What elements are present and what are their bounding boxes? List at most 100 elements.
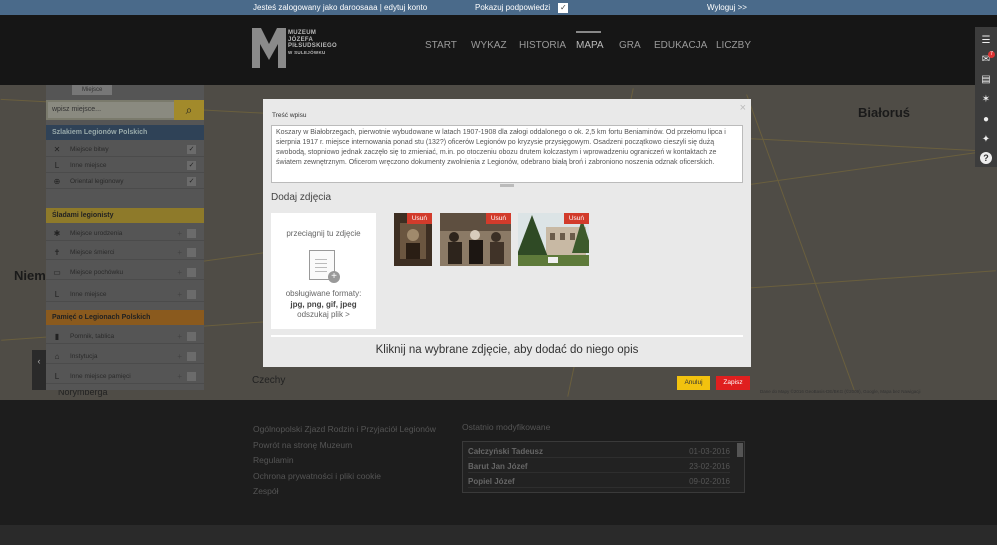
filter-checkbox[interactable]: ✓ [187,161,196,170]
filter-checkbox[interactable] [187,372,196,381]
search-icon: ⌕ [185,103,193,117]
tab-miejsce[interactable]: Miejsce [72,85,113,95]
filter-row[interactable]: L Inne miejsce + [46,287,204,302]
save-button[interactable]: Zapisz [716,376,750,390]
nav-mapa[interactable]: MAPA [576,40,604,51]
recently-modified-list: Całczyński Tadeusz 01-03-2016 Barut Jan J… [462,441,745,493]
filter-checkbox[interactable]: ✓ [187,177,196,186]
panel-collapse-tab[interactable]: ‹ [32,350,46,390]
add-icon[interactable]: + [177,332,182,341]
hints-checkbox[interactable]: ✓ [558,3,569,13]
mail-badge: 7 [988,51,995,58]
map-label-niemcy: Niem [14,268,46,283]
hints-toggle[interactable]: Pokazuj podpowiedzi ✓ [475,3,569,13]
add-icon[interactable]: + [177,268,182,277]
list-item[interactable]: Popiel Józef 09-02-2016 [468,474,730,488]
photo-thumbnail[interactable]: Usuń [518,213,589,266]
nav-gra[interactable]: GRA [619,40,641,51]
filter-checkbox[interactable] [187,352,196,361]
user-icon[interactable]: ● [980,114,992,126]
logout-link[interactable]: Wyloguj >> [707,3,747,12]
place-icon: L [54,290,60,299]
star-burst-icon[interactable]: ✶ [980,94,992,106]
search-button[interactable]: ⌕ [174,100,204,120]
filter-row[interactable]: ⊕ Oriental legionowy ✓ [46,174,204,189]
scrollbar[interactable] [737,443,743,457]
add-icon[interactable]: + [177,248,182,257]
add-icon[interactable]: + [177,352,182,361]
login-status-link[interactable]: Jesteś zalogowany jako daroosaaa | edytu… [253,3,427,12]
dropzone-text: przeciągnij tu zdjęcie [286,229,361,238]
institution-icon: ⌂ [54,352,60,361]
nav-start[interactable]: START [425,40,457,51]
filter-row[interactable]: ✱ Miejsce urodzenia + [46,226,204,241]
photo-hint: Kliknij na wybrane zdjęcie, aby dodać do… [375,344,639,356]
footer-link[interactable]: Powrót na stronę Muzeum [253,438,436,454]
close-icon[interactable]: × [740,102,746,114]
browse-file-link[interactable]: odszukaj plik > [271,310,376,319]
filter-checkbox[interactable] [187,268,196,277]
entry-modal: × Treść wpisu Dodaj zdjęcia przeciągnij … [263,99,751,367]
filter-row[interactable]: ▭ Miejsce pochówku + [46,265,204,280]
add-icon[interactable]: + [177,229,182,238]
filter-checkbox[interactable] [187,248,196,257]
divider [271,335,743,337]
filter-row[interactable]: L Inne miejsce ✓ [46,158,204,173]
list-item[interactable]: Całczyński Tadeusz 01-03-2016 [468,444,730,458]
cancel-button[interactable]: Anuluj [677,376,710,390]
list-icon[interactable]: ☰ [980,35,992,47]
photo-dropzone[interactable]: przeciągnij tu zdjęcie + obsługiwane for… [271,213,376,329]
monument-icon: ▮ [54,332,60,341]
delete-photo-button[interactable]: Usuń [485,213,511,224]
list-item[interactable]: Barut Jan Józef 23-02-2016 [468,459,730,473]
chevron-left-icon: ‹ [37,356,41,366]
card-icon[interactable]: ▤ [980,74,992,86]
formats-list: jpg, png, gif, jpeg [290,300,357,309]
map-attribution: Dane do Mapy ©2016 GeoBasis-DE/BKG (©200… [760,389,921,394]
delete-photo-button[interactable]: Usuń [406,213,432,224]
logo-mark-icon [252,28,286,68]
section-sladami[interactable]: Śladami legionisty [46,208,204,223]
filter-checkbox[interactable] [187,332,196,341]
section-pamiec[interactable]: Pamięć o Legionach Polskich [46,310,204,325]
filter-row[interactable]: ▮ Pomnik, tablica + [46,329,204,344]
right-toolbar: ☰ ✉ 7 ▤ ✶ ● ✦ ? [975,27,997,167]
sparkle-icon[interactable]: ✦ [980,134,992,146]
add-icon[interactable]: + [177,372,182,381]
nav-wykaz[interactable]: WYKAZ [471,40,507,51]
description-textarea[interactable] [271,125,743,183]
nav-edukacja[interactable]: EDUKACJA [654,40,707,51]
section-szlakiem[interactable]: Szlakiem Legionów Polskich [46,125,204,140]
resize-grip[interactable] [500,184,514,187]
filter-row[interactable]: ✕ Miejsce bitwy ✓ [46,142,204,157]
top-bar: Jesteś zalogowany jako daroosaaa | edytu… [0,0,997,15]
description-label: Treść wpisu [272,112,307,119]
filter-checkbox[interactable]: ✓ [187,145,196,154]
map-label-czechy: Czechy [252,375,286,386]
map-label-bialorus: Białoruś [858,105,911,120]
footer-link[interactable]: Ochrona prywatności i pliki cookie [253,469,436,485]
photo-thumbnail[interactable]: Usuń [394,213,432,266]
filter-checkbox[interactable] [187,290,196,299]
recently-modified-title: Ostatnio modyfikowane [462,422,551,432]
nav-liczby[interactable]: LICZBY [716,40,751,51]
footer-links: Ogólnopolski Zjazd Rodzin i Przyjaciół L… [253,422,436,500]
logo-text: MUZEUM JÓZEFA PIŁSUDSKIEGO W SULEJÓWKU [288,30,337,55]
footer-link[interactable]: Zespół [253,484,436,500]
formats-label: obsługiwane formaty: [285,289,362,298]
place-icon: L [54,372,60,381]
footer-link[interactable]: Ogólnopolski Zjazd Rodzin i Przyjaciół L… [253,422,436,438]
filter-row[interactable]: ✝ Miejsce śmierci + [46,245,204,260]
delete-photo-button[interactable]: Usuń [563,213,589,224]
museum-logo[interactable]: MUZEUM JÓZEFA PIŁSUDSKIEGO W SULEJÓWKU [252,28,352,68]
photo-thumbnail[interactable]: Usuń [440,213,511,266]
filter-row[interactable]: L Inne miejsce pamięci + [46,369,204,384]
search-input[interactable]: wpisz miejsce... [48,102,174,118]
add-icon[interactable]: + [177,290,182,299]
footer-link[interactable]: Regulamin [253,453,436,469]
nav-historia[interactable]: HISTORIA [519,40,566,51]
filter-row[interactable]: ⌂ Instytucja + [46,349,204,364]
help-icon[interactable]: ? [980,152,992,164]
map-filter-panel: Miejsce wpisz miejsce... ⌕ Szlakiem Legi… [32,85,204,390]
filter-checkbox[interactable] [187,229,196,238]
